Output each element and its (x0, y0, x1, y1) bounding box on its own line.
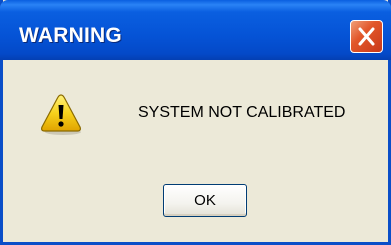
warning-icon (39, 92, 83, 136)
close-button[interactable] (350, 20, 383, 53)
title-bar[interactable]: WARNING (0, 0, 391, 60)
dialog-title: WARNING (19, 24, 122, 47)
dialog-message: SYSTEM NOT CALIBRATED (138, 104, 346, 121)
close-icon (358, 27, 375, 46)
warning-dialog: WARNING SYSTEM NOT CALIBRATED OK (0, 0, 391, 245)
ok-button[interactable]: OK (163, 184, 247, 217)
